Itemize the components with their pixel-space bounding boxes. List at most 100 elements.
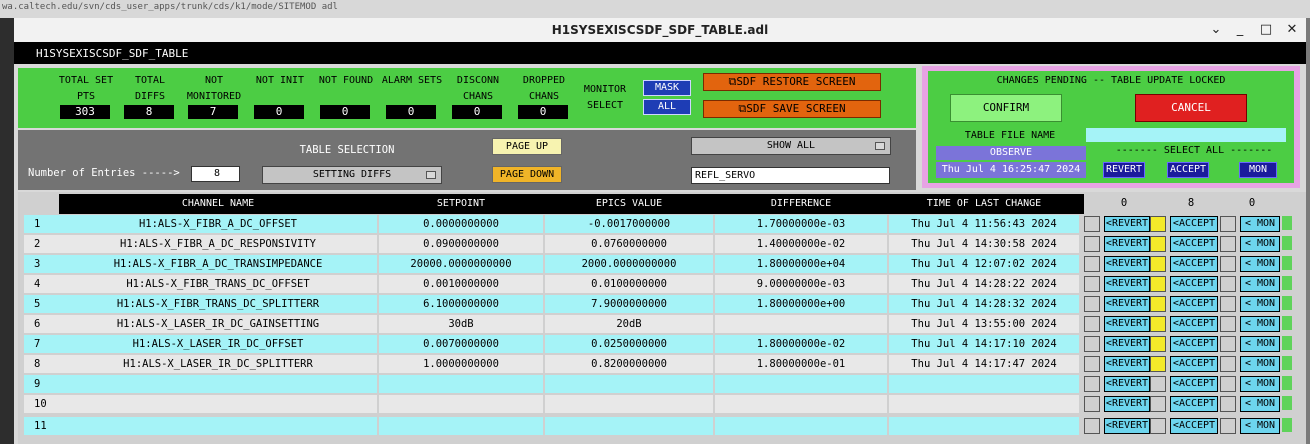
- accept-button[interactable]: <ACCEPT: [1170, 296, 1218, 312]
- accept-button[interactable]: <ACCEPT: [1170, 376, 1218, 392]
- accept-button[interactable]: <ACCEPT: [1170, 256, 1218, 272]
- mon-checkbox[interactable]: [1220, 256, 1236, 272]
- mon-button[interactable]: < MON: [1240, 256, 1280, 272]
- confirm-button[interactable]: CONFIRM: [950, 94, 1062, 122]
- accept-button[interactable]: <ACCEPT: [1170, 236, 1218, 252]
- row-status-indicator: [1282, 256, 1292, 270]
- revert-button[interactable]: <REVERT: [1104, 356, 1150, 372]
- revert-checkbox[interactable]: [1084, 336, 1100, 352]
- menu-chevron-icon[interactable]: ⌄: [1208, 22, 1224, 38]
- accept-button[interactable]: <ACCEPT: [1170, 216, 1218, 232]
- mon-checkbox[interactable]: [1220, 216, 1236, 232]
- setpoint-cell: [379, 395, 543, 413]
- accept-checkbox[interactable]: [1150, 316, 1166, 332]
- mon-checkbox[interactable]: [1220, 276, 1236, 292]
- accept-checkbox[interactable]: [1150, 236, 1166, 252]
- mon-button[interactable]: < MON: [1240, 276, 1280, 292]
- mon-checkbox[interactable]: [1220, 418, 1236, 434]
- show-filter-dropdown[interactable]: SHOW ALL: [691, 137, 891, 155]
- revert-checkbox[interactable]: [1084, 256, 1100, 272]
- revert-button[interactable]: <REVERT: [1104, 316, 1150, 332]
- revert-button[interactable]: <REVERT: [1104, 216, 1150, 232]
- epics-value-cell: [545, 417, 713, 435]
- mon-button[interactable]: < MON: [1240, 216, 1280, 232]
- accept-button[interactable]: <ACCEPT: [1170, 276, 1218, 292]
- mon-checkbox[interactable]: [1220, 296, 1236, 312]
- difference-cell: [715, 375, 887, 393]
- maximize-icon[interactable]: □: [1258, 22, 1274, 38]
- row-status-indicator: [1282, 336, 1292, 350]
- revert-checkbox[interactable]: [1084, 356, 1100, 372]
- revert-checkbox[interactable]: [1084, 376, 1100, 392]
- accept-checkbox[interactable]: [1150, 256, 1166, 272]
- mon-button[interactable]: < MON: [1240, 316, 1280, 332]
- table-row: 10 <REVERT <ACCEPT < MON: [24, 394, 1296, 414]
- all-button[interactable]: ALL: [643, 99, 691, 115]
- accept-checkbox[interactable]: [1150, 356, 1166, 372]
- mon-button[interactable]: < MON: [1240, 418, 1280, 434]
- accept-checkbox[interactable]: [1150, 296, 1166, 312]
- revert-button[interactable]: <REVERT: [1104, 418, 1150, 434]
- mon-checkbox[interactable]: [1220, 376, 1236, 392]
- accept-checkbox[interactable]: [1150, 216, 1166, 232]
- select-all-revert-button[interactable]: REVERT: [1103, 162, 1145, 178]
- close-icon[interactable]: ✕: [1284, 22, 1300, 38]
- mon-button[interactable]: < MON: [1240, 396, 1280, 412]
- sdf-restore-screen-button[interactable]: ⧉SDF RESTORE SCREEN: [703, 73, 881, 91]
- accept-button[interactable]: <ACCEPT: [1170, 336, 1218, 352]
- mon-checkbox[interactable]: [1220, 336, 1236, 352]
- stat-label: DISCONN CHANS: [456, 75, 500, 102]
- revert-button[interactable]: <REVERT: [1104, 396, 1150, 412]
- revert-button[interactable]: <REVERT: [1104, 336, 1150, 352]
- accept-button[interactable]: <ACCEPT: [1170, 418, 1218, 434]
- table-row: 4 H1:ALS-X_FIBR_TRANS_DC_OFFSET 0.00100000…: [24, 274, 1296, 294]
- revert-checkbox[interactable]: [1084, 316, 1100, 332]
- page-down-button[interactable]: PAGE DOWN: [492, 166, 562, 183]
- mon-button[interactable]: < MON: [1240, 296, 1280, 312]
- page-up-button[interactable]: PAGE UP: [492, 138, 562, 155]
- revert-button[interactable]: <REVERT: [1104, 276, 1150, 292]
- mon-button[interactable]: < MON: [1240, 376, 1280, 392]
- cancel-button[interactable]: CANCEL: [1135, 94, 1247, 122]
- accept-checkbox[interactable]: [1150, 376, 1166, 392]
- accept-checkbox[interactable]: [1150, 276, 1166, 292]
- mask-button[interactable]: MASK: [643, 80, 691, 96]
- epics-value-cell: [545, 375, 713, 393]
- select-all-accept-button[interactable]: ACCEPT: [1167, 162, 1209, 178]
- accept-button[interactable]: <ACCEPT: [1170, 396, 1218, 412]
- channel-name-cell: [59, 375, 377, 393]
- table-selection-dropdown[interactable]: SETTING DIFFS: [262, 166, 442, 184]
- mon-checkbox[interactable]: [1220, 236, 1236, 252]
- accept-checkbox[interactable]: [1150, 418, 1166, 434]
- select-all-mon-button[interactable]: MON: [1239, 162, 1277, 178]
- monitor-select-label: MONITOR SELECT: [583, 84, 627, 111]
- accept-checkbox[interactable]: [1150, 396, 1166, 412]
- revert-checkbox[interactable]: [1084, 418, 1100, 434]
- revert-checkbox[interactable]: [1084, 236, 1100, 252]
- mon-button[interactable]: < MON: [1240, 356, 1280, 372]
- mon-button[interactable]: < MON: [1240, 236, 1280, 252]
- accept-button[interactable]: <ACCEPT: [1170, 316, 1218, 332]
- revert-button[interactable]: <REVERT: [1104, 296, 1150, 312]
- table-file-name-field[interactable]: [1086, 128, 1286, 142]
- minimize-icon[interactable]: _: [1232, 22, 1248, 38]
- mon-checkbox[interactable]: [1220, 356, 1236, 372]
- revert-checkbox[interactable]: [1084, 276, 1100, 292]
- channel-search-input[interactable]: REFL_SERVO: [691, 167, 890, 184]
- revert-checkbox[interactable]: [1084, 296, 1100, 312]
- channel-name-cell: H1:ALS-X_FIBR_TRANS_DC_SPLITTERR: [59, 295, 377, 313]
- sdf-table-window: H1SYSEXISCSDF_SDF_TABLE.adl ⌄ _ □ ✕ H1SY…: [14, 18, 1306, 444]
- mon-button[interactable]: < MON: [1240, 336, 1280, 352]
- revert-checkbox[interactable]: [1084, 396, 1100, 412]
- sdf-save-screen-button[interactable]: ⧉SDF SAVE SCREEN: [703, 100, 881, 118]
- revert-button[interactable]: <REVERT: [1104, 236, 1150, 252]
- mon-checkbox[interactable]: [1220, 396, 1236, 412]
- accept-button[interactable]: <ACCEPT: [1170, 356, 1218, 372]
- revert-button[interactable]: <REVERT: [1104, 376, 1150, 392]
- revert-button[interactable]: <REVERT: [1104, 256, 1150, 272]
- row-number: 10: [24, 395, 64, 413]
- accept-checkbox[interactable]: [1150, 336, 1166, 352]
- revert-checkbox[interactable]: [1084, 216, 1100, 232]
- epics-value-cell: 20dB: [545, 315, 713, 333]
- mon-checkbox[interactable]: [1220, 316, 1236, 332]
